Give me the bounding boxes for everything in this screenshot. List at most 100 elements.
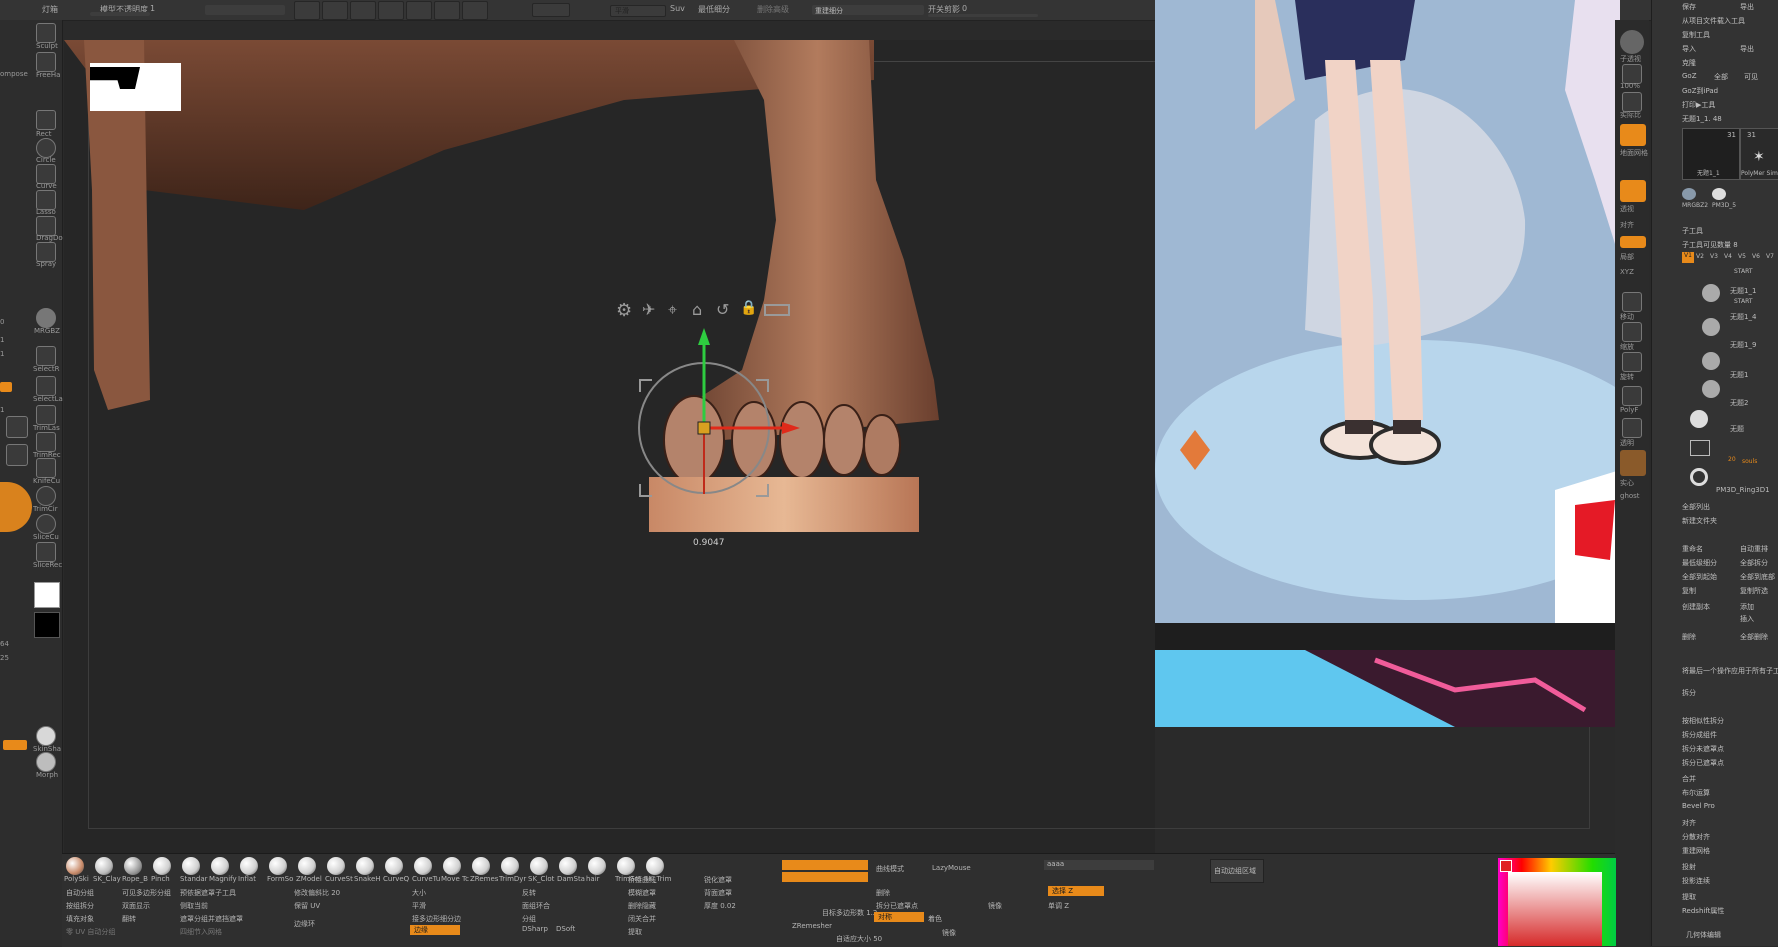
version-tab[interactable]: V5 bbox=[1738, 253, 1746, 260]
subtool-visible-count[interactable]: 子工具可见数量 8 bbox=[1652, 238, 1778, 250]
select-z-toggle[interactable]: 选择 Z bbox=[1048, 886, 1104, 896]
palette-row[interactable]: 按相似性拆分 bbox=[1652, 714, 1778, 726]
palette-row[interactable]: 重建网格 bbox=[1652, 844, 1778, 856]
mask-icon[interactable] bbox=[764, 304, 790, 316]
gizmo-y-arrow-icon[interactable] bbox=[698, 328, 710, 345]
dragdot-tool-icon[interactable] bbox=[36, 216, 56, 236]
top-tool-button-2[interactable] bbox=[322, 1, 348, 20]
color-button[interactable]: 着色 bbox=[928, 914, 942, 924]
color-marker[interactable] bbox=[1500, 860, 1512, 872]
orange-slider-b[interactable] bbox=[782, 872, 868, 882]
brush-11-icon[interactable] bbox=[356, 857, 374, 875]
palette-row[interactable]: 拆分已遮罩点 bbox=[1652, 756, 1778, 768]
left-toggle-orange[interactable] bbox=[0, 382, 12, 392]
zoom-icon[interactable] bbox=[1622, 64, 1642, 84]
model-opacity-slider[interactable] bbox=[90, 12, 150, 16]
palette-row[interactable]: 拆分成组件 bbox=[1652, 728, 1778, 740]
gizmo-center[interactable] bbox=[697, 421, 711, 435]
blur-mask-button[interactable]: 模糊遮罩 bbox=[628, 888, 656, 898]
perspective-toggle[interactable] bbox=[1620, 180, 1646, 202]
subtool-name[interactable]: 无题1 bbox=[1730, 370, 1748, 380]
sculpt-tool-icon[interactable] bbox=[36, 23, 56, 43]
group-loop-button[interactable]: 面组环合 bbox=[522, 901, 550, 911]
edit-ratio-slider[interactable]: 修改偏斜比 20 bbox=[294, 888, 340, 898]
rotate-button[interactable] bbox=[462, 1, 488, 20]
palette-row[interactable]: 分散对齐 bbox=[1652, 830, 1778, 842]
spray-tool-icon[interactable] bbox=[36, 242, 56, 262]
flip-button[interactable]: 翻转 bbox=[122, 914, 136, 924]
smart-subdiv-label[interactable]: 最低细分 bbox=[698, 4, 730, 15]
brush-9-icon[interactable] bbox=[298, 857, 316, 875]
subtool-name[interactable]: 无题 bbox=[1730, 424, 1744, 434]
subtool-name[interactable]: 无题1_9 bbox=[1730, 340, 1756, 350]
palette-row[interactable]: 最低级细分 全部拆分 bbox=[1652, 556, 1778, 568]
scale-button[interactable] bbox=[434, 1, 460, 20]
sharpen-mask-button[interactable]: 锐化遮罩 bbox=[704, 875, 732, 885]
thickness-slider[interactable]: 厚度 0.02 bbox=[704, 901, 736, 911]
invert-button[interactable]: 反转 bbox=[522, 888, 536, 898]
fill-object-button[interactable]: 填充对象 bbox=[66, 914, 94, 924]
delete-hidden-button[interactable]: 删除隐藏 bbox=[628, 901, 656, 911]
local-toggle[interactable] bbox=[1620, 236, 1646, 248]
brush-19-icon[interactable] bbox=[588, 857, 606, 875]
subtool-thumb-icon[interactable] bbox=[1702, 380, 1720, 398]
trim-circle-icon[interactable] bbox=[36, 486, 56, 506]
knife-curve-icon[interactable] bbox=[36, 458, 56, 478]
top-slider-2[interactable] bbox=[205, 5, 285, 15]
palette-row[interactable]: 投影连续 bbox=[1652, 874, 1778, 886]
brush-20-icon[interactable] bbox=[617, 857, 635, 875]
palette-row[interactable]: 投射 bbox=[1652, 860, 1778, 872]
detail-mesh-button[interactable]: 四细节入网格 bbox=[180, 927, 222, 937]
brush-3-icon[interactable] bbox=[124, 857, 142, 875]
keep-uv-toggle[interactable]: 保留 UV bbox=[294, 901, 320, 911]
mrgbz-sphere-icon[interactable] bbox=[36, 308, 56, 328]
brush-5-icon[interactable] bbox=[182, 857, 200, 875]
subtool-name[interactable]: 无题1_1 bbox=[1730, 286, 1756, 296]
lasso-tool-icon[interactable] bbox=[36, 190, 56, 210]
select-lasso-icon[interactable] bbox=[36, 376, 56, 396]
split-header[interactable]: 拆分 bbox=[1652, 686, 1778, 698]
gear-icon[interactable]: ⚙ bbox=[616, 300, 632, 321]
floor-grid-toggle[interactable] bbox=[1620, 124, 1646, 146]
home-icon[interactable]: ⌂ bbox=[692, 300, 702, 319]
slice-curve-icon[interactable] bbox=[36, 514, 56, 534]
actual-icon[interactable] bbox=[1622, 92, 1642, 112]
slice-rect-icon[interactable] bbox=[36, 542, 56, 562]
aaaa-slider[interactable]: aaaa bbox=[1044, 860, 1154, 870]
palette-row[interactable]: 将最后一个操作应用于所有子工具 bbox=[1652, 664, 1778, 676]
color-picker[interactable] bbox=[1498, 858, 1616, 946]
tool-thumbnail[interactable]: 31 无题1_1 bbox=[1682, 128, 1740, 180]
brush-16-icon[interactable] bbox=[501, 857, 519, 875]
palette-row[interactable]: 导入 导出 bbox=[1652, 42, 1778, 54]
subtool-thumb-icon[interactable] bbox=[1702, 284, 1720, 302]
zremesher-button[interactable]: ZRemesher bbox=[792, 922, 832, 930]
poly-subdiv-button[interactable]: 接多边形细分边 bbox=[412, 914, 461, 924]
dsoft-button[interactable]: DSoft bbox=[556, 925, 575, 933]
size-slider[interactable]: 大小 bbox=[412, 888, 426, 898]
subtool-name[interactable]: 无题2 bbox=[1730, 398, 1748, 408]
delete-button[interactable]: 删除 bbox=[876, 888, 890, 898]
upper-opacity-slider[interactable] bbox=[928, 14, 1038, 17]
location-icon[interactable]: ⌖ bbox=[668, 300, 677, 320]
palette-row[interactable]: 全部列出 bbox=[1652, 500, 1778, 512]
mask-subtool-button[interactable]: 预依据遮罩子工具 bbox=[180, 888, 236, 898]
solo-toggle[interactable] bbox=[1620, 450, 1646, 476]
brush-10-icon[interactable] bbox=[327, 857, 345, 875]
subtool-thumb-icon[interactable] bbox=[1702, 352, 1720, 370]
sculpt-model[interactable] bbox=[64, 40, 1155, 853]
brush-18-icon[interactable] bbox=[559, 857, 577, 875]
palette-row[interactable]: 全部到起始 全部到底部 bbox=[1652, 570, 1778, 582]
auto-group-button[interactable]: 自动分组 bbox=[66, 888, 94, 898]
subtool-header[interactable]: 子工具 bbox=[1652, 224, 1778, 236]
edge-toggle[interactable]: 边缘 bbox=[410, 925, 460, 935]
mirror-button[interactable]: 镜像 bbox=[942, 928, 956, 938]
palette-row[interactable]: 合并 bbox=[1652, 772, 1778, 784]
brush-14-icon[interactable] bbox=[443, 857, 461, 875]
dsharp-button[interactable]: DSharp bbox=[522, 925, 548, 933]
palette-row[interactable]: Redshift属性 bbox=[1652, 904, 1778, 916]
version-tab[interactable]: V4 bbox=[1724, 253, 1732, 260]
version-tab[interactable]: V2 bbox=[1696, 253, 1704, 260]
rotate-view-icon[interactable] bbox=[1622, 352, 1642, 372]
suv-label[interactable]: Suv bbox=[670, 4, 685, 13]
mirror-button-2[interactable]: 镜像 bbox=[988, 901, 1002, 911]
